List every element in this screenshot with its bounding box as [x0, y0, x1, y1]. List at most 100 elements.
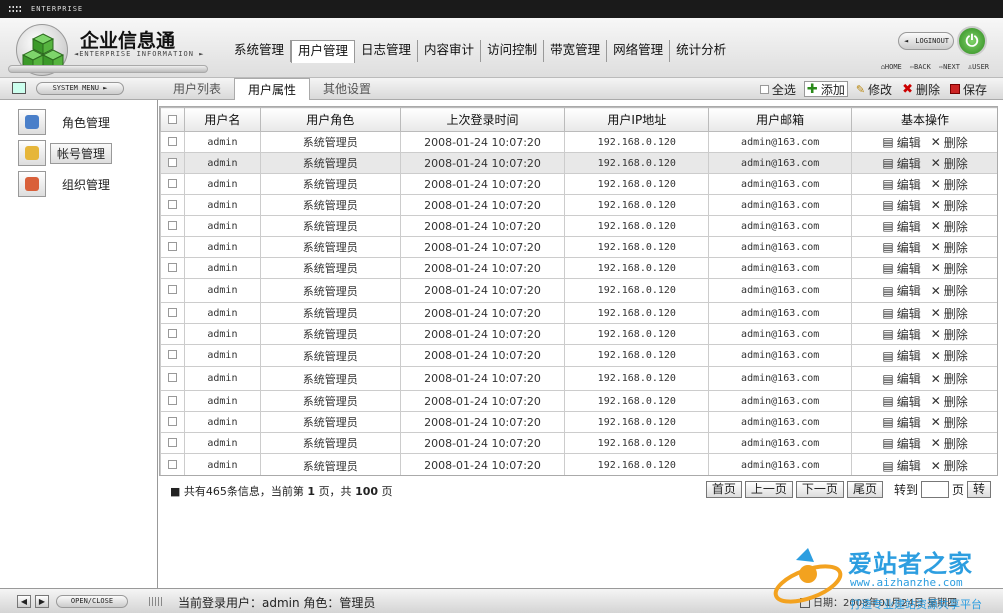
row-checkbox[interactable]: [160, 215, 185, 237]
nav-item-logs[interactable]: 日志管理: [355, 40, 419, 62]
system-menu-button[interactable]: SYSTEM MENU ►: [36, 82, 124, 95]
row-edit-button[interactable]: ▤ 编辑: [882, 414, 920, 431]
table-row[interactable]: admin 系统管理员 2008-01-24 10:07:20 192.168.0.1…: [160, 344, 997, 367]
next-page-button[interactable]: 下一页: [795, 481, 844, 498]
tab-user-list[interactable]: 用户列表: [160, 78, 234, 100]
row-delete-button[interactable]: ✕ 删除: [931, 305, 968, 322]
row-edit-button[interactable]: ▤ 编辑: [882, 260, 920, 277]
row-edit-button[interactable]: ▤ 编辑: [882, 326, 920, 343]
open-close-button[interactable]: OPEN/CLOSE: [56, 595, 128, 608]
footer-next-button[interactable]: ▶: [35, 595, 49, 608]
row-delete-button[interactable]: ✕ 删除: [931, 393, 968, 410]
row-checkbox[interactable]: [160, 344, 185, 367]
delete-button[interactable]: ✖ 删除: [900, 81, 942, 97]
table-row[interactable]: admin 系统管理员 2008-01-24 10:07:20 192.168.0.1…: [160, 173, 997, 195]
table-row[interactable]: admin 系统管理员 2008-01-24 10:07:20 192.168.0.1…: [160, 390, 997, 412]
select-all-checkbox[interactable]: 全选: [758, 81, 798, 97]
row-checkbox[interactable]: [160, 278, 185, 303]
table-row[interactable]: admin 系统管理员 2008-01-24 10:07:20 192.168.0.1…: [160, 236, 997, 258]
row-delete-button[interactable]: ✕ 删除: [931, 326, 968, 343]
header-checkbox[interactable]: [160, 107, 185, 132]
nav-item-bandwidth[interactable]: 带宽管理: [544, 40, 608, 62]
table-row[interactable]: admin 系统管理员 2008-01-24 10:07:20 192.168.0.1…: [160, 411, 997, 433]
table-row[interactable]: admin 系统管理员 2008-01-24 10:07:20 192.168.0.1…: [160, 366, 997, 391]
row-edit-button[interactable]: ▤ 编辑: [882, 305, 920, 322]
row-delete-button[interactable]: ✕ 删除: [931, 457, 968, 474]
table-row[interactable]: admin 系统管理员 2008-01-24 10:07:20 192.168.0.1…: [160, 453, 997, 475]
goto-page-input[interactable]: [920, 481, 949, 498]
row-delete-button[interactable]: ✕ 删除: [931, 260, 968, 277]
nav-item-statistics[interactable]: 统计分析: [670, 40, 732, 62]
row-checkbox[interactable]: [160, 194, 185, 216]
row-edit-button[interactable]: ▤ 编辑: [882, 239, 920, 256]
go-button[interactable]: 转: [966, 481, 991, 498]
row-checkbox[interactable]: [160, 390, 185, 412]
row-delete-button[interactable]: ✕ 删除: [931, 134, 968, 151]
quicklink-back[interactable]: ⇦BACK: [910, 63, 931, 71]
sidebar-item-role[interactable]: 角色管理: [18, 108, 116, 136]
row-edit-button[interactable]: ▤ 编辑: [882, 435, 920, 452]
nav-item-users[interactable]: 用户管理: [291, 40, 356, 63]
row-checkbox[interactable]: [160, 257, 185, 279]
table-row[interactable]: admin 系统管理员 2008-01-24 10:07:20 192.168.0.1…: [160, 278, 997, 303]
table-row[interactable]: admin 系统管理员 2008-01-24 10:07:20 192.168.0.1…: [160, 194, 997, 216]
row-edit-button[interactable]: ▤ 编辑: [882, 197, 920, 214]
table-row[interactable]: admin 系统管理员 2008-01-24 10:07:20 192.168.0.1…: [160, 302, 997, 324]
row-delete-button[interactable]: ✕ 删除: [931, 282, 968, 299]
last-page-button[interactable]: 尾页: [846, 481, 883, 498]
logout-button[interactable]: ◄ LOGINOUT: [898, 32, 954, 50]
row-checkbox[interactable]: [160, 302, 185, 324]
table-row[interactable]: admin 系统管理员 2008-01-24 10:07:20 192.168.0.1…: [160, 323, 997, 345]
row-delete-button[interactable]: ✕ 删除: [931, 414, 968, 431]
quicklink-next[interactable]: ⇨NEXT: [939, 63, 960, 71]
table-row[interactable]: admin 系统管理员 2008-01-24 10:07:20 192.168.0.1…: [160, 432, 997, 454]
nav-item-network[interactable]: 网络管理: [607, 40, 671, 62]
nav-item-system[interactable]: 系统管理: [228, 40, 292, 62]
sidebar-item-account[interactable]: 帐号管理: [18, 139, 113, 167]
table-row[interactable]: admin 系统管理员 2008-01-24 10:07:20 192.168.0.1…: [160, 257, 997, 279]
row-delete-button[interactable]: ✕ 删除: [931, 197, 968, 214]
table-row[interactable]: admin 系统管理员 2008-01-24 10:07:20 192.168.0.1…: [160, 152, 997, 174]
row-delete-button[interactable]: ✕ 删除: [931, 155, 968, 172]
power-icon[interactable]: ⏻: [957, 26, 987, 56]
row-edit-button[interactable]: ▤ 编辑: [882, 393, 920, 410]
row-checkbox[interactable]: [160, 236, 185, 258]
row-delete-button[interactable]: ✕ 删除: [931, 370, 968, 387]
edit-button[interactable]: ✎ 修改: [854, 81, 894, 97]
row-edit-button[interactable]: ▤ 编辑: [882, 134, 920, 151]
sidebar-item-org[interactable]: 组织管理: [18, 170, 116, 198]
table-row[interactable]: admin 系统管理员 2008-01-24 10:07:20 192.168.0.1…: [160, 131, 997, 153]
row-delete-button[interactable]: ✕ 删除: [931, 176, 968, 193]
row-edit-button[interactable]: ▤ 编辑: [882, 155, 920, 172]
row-checkbox[interactable]: [160, 411, 185, 433]
row-edit-button[interactable]: ▤ 编辑: [882, 282, 920, 299]
row-delete-button[interactable]: ✕ 删除: [931, 347, 968, 364]
prev-page-button[interactable]: 上一页: [744, 481, 793, 498]
row-edit-button[interactable]: ▤ 编辑: [882, 370, 920, 387]
row-checkbox[interactable]: [160, 432, 185, 454]
first-page-button[interactable]: 首页: [705, 481, 742, 498]
save-button[interactable]: 保存: [948, 81, 989, 97]
row-edit-button[interactable]: ▤ 编辑: [882, 176, 920, 193]
row-delete-button[interactable]: ✕ 删除: [931, 218, 968, 235]
tab-other-settings[interactable]: 其他设置: [310, 78, 384, 100]
nav-item-content-audit[interactable]: 内容审计: [418, 40, 482, 62]
row-checkbox[interactable]: [160, 173, 185, 195]
tab-user-properties[interactable]: 用户属性: [234, 78, 311, 100]
quicklink-user[interactable]: ♙USER: [968, 63, 989, 71]
add-button[interactable]: ✚ 添加: [803, 81, 848, 97]
row-checkbox[interactable]: [160, 323, 185, 345]
row-edit-button[interactable]: ▤ 编辑: [882, 457, 920, 474]
row-checkbox[interactable]: [160, 366, 185, 391]
row-edit-button[interactable]: ▤ 编辑: [882, 347, 920, 364]
table-row[interactable]: admin 系统管理员 2008-01-24 10:07:20 192.168.0.1…: [160, 215, 997, 237]
row-checkbox[interactable]: [160, 152, 185, 174]
footer-prev-button[interactable]: ◀: [17, 595, 31, 608]
row-checkbox[interactable]: [160, 131, 185, 153]
quicklink-home[interactable]: ⌂HOME: [881, 63, 902, 71]
nav-item-access-control[interactable]: 访问控制: [481, 40, 545, 62]
row-delete-button[interactable]: ✕ 删除: [931, 435, 968, 452]
row-delete-button[interactable]: ✕ 删除: [931, 239, 968, 256]
row-edit-button[interactable]: ▤ 编辑: [882, 218, 920, 235]
row-checkbox[interactable]: [160, 453, 185, 475]
